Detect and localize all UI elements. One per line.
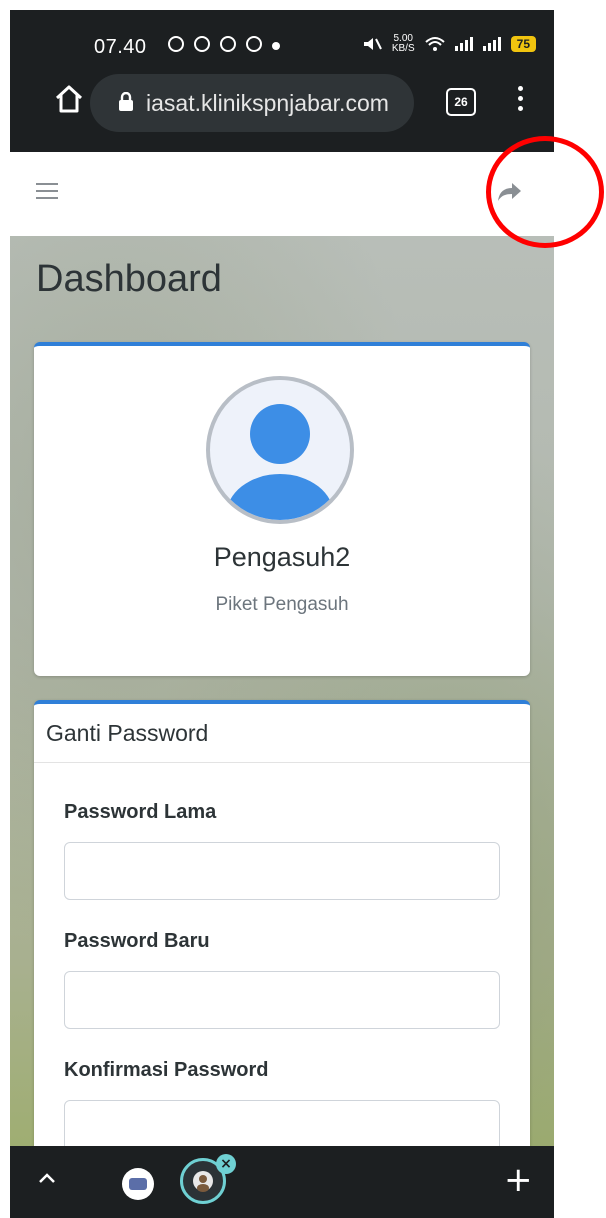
address-bar[interactable]: iasat.klinikspnjabar.com [90, 74, 414, 132]
signal-icon [454, 37, 473, 51]
browser-bottom-bar: × + [10, 1146, 554, 1218]
tab-favicon-icon [129, 1178, 147, 1190]
avatar [206, 376, 354, 524]
page-title: Dashboard [36, 258, 222, 300]
change-password-form: Password Lama Password Baru Konfirmasi P… [34, 801, 530, 1146]
user-avatar-icon [226, 404, 334, 520]
profile-card: Pengasuh2 Piket Pengasuh [34, 342, 530, 676]
browser-toolbar: iasat.klinikspnjabar.com 26 [10, 68, 554, 152]
annotation-highlight-circle [486, 136, 604, 248]
old-password-label: Password Lama [64, 801, 217, 823]
wifi-icon [424, 37, 445, 51]
phone-screen: 07.40 5.00 KB/S 75 iasat.klinikspnjabar.… [0, 0, 606, 1218]
profile-name: Pengasuh2 [213, 542, 351, 572]
status-time: 07.40 [94, 36, 147, 58]
main-content: Dashboard Pengasuh2 Piket Pengasuh Ganti… [10, 236, 554, 1146]
battery-indicator: 75 [510, 36, 536, 52]
change-password-card: Ganti Password Password Lama Password Ba… [34, 700, 530, 1146]
status-bar: 07.40 5.00 KB/S 75 [10, 10, 554, 68]
new-password-label: Password Baru [64, 930, 210, 952]
close-icon[interactable]: × [216, 1154, 236, 1174]
app-notification-icon [220, 36, 236, 52]
status-indicators: 5.00 KB/S 75 [362, 34, 536, 54]
network-speed: 5.00 KB/S [392, 34, 415, 54]
new-password-input[interactable] [64, 971, 500, 1029]
confirm-password-input[interactable] [64, 1100, 500, 1146]
left-margin [0, 0, 10, 1218]
profile-avatar-icon [193, 1171, 213, 1192]
tab-switcher-button[interactable]: 26 [446, 88, 476, 116]
hamburger-icon[interactable] [36, 182, 58, 200]
confirm-password-label: Konfirmasi Password [64, 1059, 269, 1081]
home-icon[interactable] [54, 84, 84, 114]
whatsapp-icon [168, 36, 184, 52]
profile-role: Piket Pengasuh [215, 594, 349, 615]
signal-2-icon [482, 37, 501, 51]
lock-icon [119, 92, 133, 111]
notification-icons [168, 36, 280, 52]
circle-icon [194, 36, 210, 52]
app-navbar [10, 152, 554, 237]
more-vert-icon[interactable] [518, 86, 523, 111]
sync-icon [246, 36, 262, 52]
old-password-input[interactable] [64, 842, 500, 900]
mute-icon [363, 38, 382, 50]
tab-thumbnail[interactable] [122, 1168, 154, 1200]
network-speed-unit: KB/S [391, 43, 415, 54]
more-notifications-icon [272, 42, 280, 50]
chevron-up-icon[interactable] [38, 1172, 56, 1184]
url-text[interactable]: iasat.klinikspnjabar.com [146, 90, 389, 117]
change-password-header: Ganti Password [34, 704, 530, 763]
plus-icon[interactable]: + [504, 1160, 533, 1200]
